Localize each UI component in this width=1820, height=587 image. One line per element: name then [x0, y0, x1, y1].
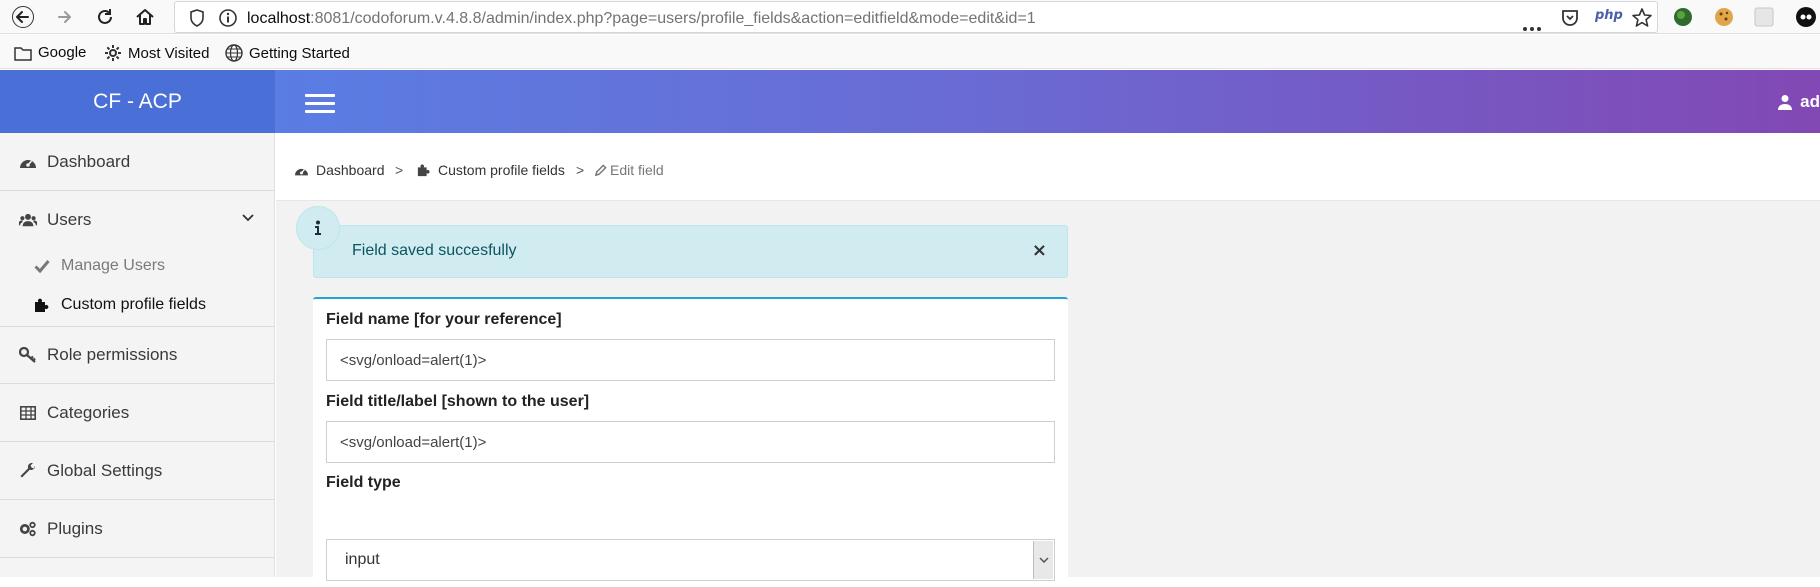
url-path: :8081/codoforum.v.4.8.8/admin/index.php?… — [310, 10, 1036, 27]
sidebar: Dashboard Users Manage Users Custom prof… — [0, 133, 275, 577]
home-icon — [136, 9, 154, 25]
forward-arrow-icon — [58, 11, 71, 23]
puzzle-icon — [417, 164, 430, 177]
cookie-extension-icon[interactable] — [1713, 6, 1735, 28]
top-navbar: ad — [275, 70, 1820, 133]
user-icon — [1778, 95, 1793, 110]
sidebar-item-role-permissions[interactable]: Role permissions — [0, 327, 274, 383]
breadcrumb-separator: > — [576, 162, 585, 178]
bookmark-label: Google — [38, 44, 87, 61]
sidebar-item-label: Plugins — [47, 518, 103, 538]
sidebar-item-plugins[interactable]: Plugins — [0, 500, 274, 557]
wrench-icon — [19, 462, 37, 480]
bookmarks-bar: Google Most Visited Getting Started — [0, 35, 1820, 69]
sidebar-item-label: Dashboard — [47, 151, 131, 171]
php-extension-icon[interactable]: php — [1595, 8, 1623, 23]
field-title-label: Field title/label [shown to the user] — [326, 393, 590, 410]
breadcrumb-edit-field: Edit field — [594, 162, 664, 178]
green-extension-icon[interactable] — [1672, 6, 1694, 28]
breadcrumb-custom-profile-fields[interactable]: Custom profile fields — [417, 162, 565, 178]
globe-icon — [225, 44, 243, 62]
back-arrow-icon — [12, 6, 34, 28]
folder-icon — [14, 46, 32, 61]
breadcrumb-dashboard[interactable]: Dashboard — [294, 162, 385, 178]
key-icon — [19, 346, 37, 364]
sidebar-item-label: Global Settings — [47, 460, 163, 480]
sidebar-item-categories[interactable]: Categories — [0, 384, 274, 441]
divider — [0, 557, 274, 558]
home-button[interactable] — [132, 4, 158, 30]
brand-logo[interactable]: CF - ACP — [0, 70, 275, 133]
url-bar[interactable]: localhost:8081/codoforum.v.4.8.8/admin/i… — [174, 1, 1658, 33]
grid-extension-icon[interactable] — [1753, 6, 1775, 28]
username: ad — [1800, 92, 1820, 111]
close-icon[interactable]: × — [1032, 240, 1047, 261]
breadcrumb-label: Dashboard — [316, 162, 385, 178]
chevron-down-icon — [1033, 541, 1053, 579]
sidebar-subitem-custom-profile-fields[interactable]: Custom profile fields — [0, 285, 274, 325]
sidebar-item-label: Role permissions — [47, 345, 178, 364]
edit-field-form: Field name [for your reference] <svg/onl… — [313, 297, 1068, 587]
spy-extension-icon[interactable] — [1795, 6, 1817, 28]
field-title-input[interactable]: <svg/onload=alert(1)> — [326, 421, 1055, 463]
sidebar-subitem-manage-users[interactable]: Manage Users — [0, 246, 274, 286]
info-icon — [296, 206, 340, 250]
field-type-value: input — [345, 551, 380, 568]
forward-button[interactable] — [52, 4, 78, 30]
info-icon — [219, 9, 237, 31]
sidebar-item-label: Users — [47, 209, 92, 229]
users-icon — [19, 211, 37, 229]
gears-icon — [19, 520, 37, 538]
dashboard-icon — [295, 168, 308, 175]
sidebar-item-dashboard[interactable]: Dashboard — [0, 133, 274, 190]
field-type-select[interactable]: input — [326, 539, 1055, 581]
breadcrumb-label: Custom profile fields — [438, 162, 565, 178]
user-menu[interactable]: ad — [1778, 92, 1820, 112]
browser-toolbar: localhost:8081/codoforum.v.4.8.8/admin/i… — [0, 0, 1820, 34]
sidebar-item-users[interactable]: Users — [0, 191, 274, 248]
reload-icon — [98, 9, 112, 24]
sidebar-item-global-settings[interactable]: Global Settings — [0, 442, 274, 499]
field-name-input[interactable]: <svg/onload=alert(1)> — [326, 339, 1055, 381]
breadcrumb-label: Edit field — [610, 162, 664, 178]
success-alert: Field saved succesfully × — [296, 206, 1068, 278]
back-button[interactable] — [10, 4, 36, 30]
hamburger-menu-icon[interactable] — [305, 94, 335, 114]
field-type-label: Field type — [326, 474, 401, 491]
shield-icon — [189, 9, 205, 31]
sidebar-subitem-label: Manage Users — [61, 257, 166, 274]
chevron-down-icon — [242, 214, 254, 222]
check-icon — [33, 259, 51, 273]
sidebar-item-label: Categories — [47, 402, 130, 422]
pocket-icon[interactable] — [1560, 8, 1580, 32]
breadcrumb: Dashboard > Custom profile fields > Edit… — [276, 133, 1820, 201]
pencil-icon — [594, 163, 607, 176]
gear-icon — [105, 45, 121, 61]
puzzle-icon — [33, 297, 51, 313]
more-actions-icon[interactable] — [1522, 16, 1542, 35]
bookmark-label: Getting Started — [249, 44, 350, 62]
sidebar-subitem-label: Custom profile fields — [61, 296, 206, 313]
reload-button[interactable] — [92, 4, 118, 30]
main-content: Dashboard > Custom profile fields > Edit… — [276, 133, 1820, 587]
breadcrumb-separator: > — [395, 162, 404, 178]
table-icon — [19, 404, 37, 422]
bookmark-label: Most Visited — [128, 44, 210, 62]
alert-message: Field saved succesfully — [352, 242, 517, 259]
dashboard-icon — [19, 153, 37, 171]
bookmark-star-icon[interactable] — [1631, 7, 1653, 33]
field-name-label: Field name [for your reference] — [326, 311, 562, 328]
bookmark-getting-started[interactable]: Getting Started — [225, 44, 350, 62]
url-host: localhost — [247, 10, 311, 27]
bookmark-google[interactable]: Google — [14, 44, 86, 61]
bookmark-most-visited[interactable]: Most Visited — [104, 44, 209, 62]
url-text: localhost:8081/codoforum.v.4.8.8/admin/i… — [247, 10, 1036, 28]
